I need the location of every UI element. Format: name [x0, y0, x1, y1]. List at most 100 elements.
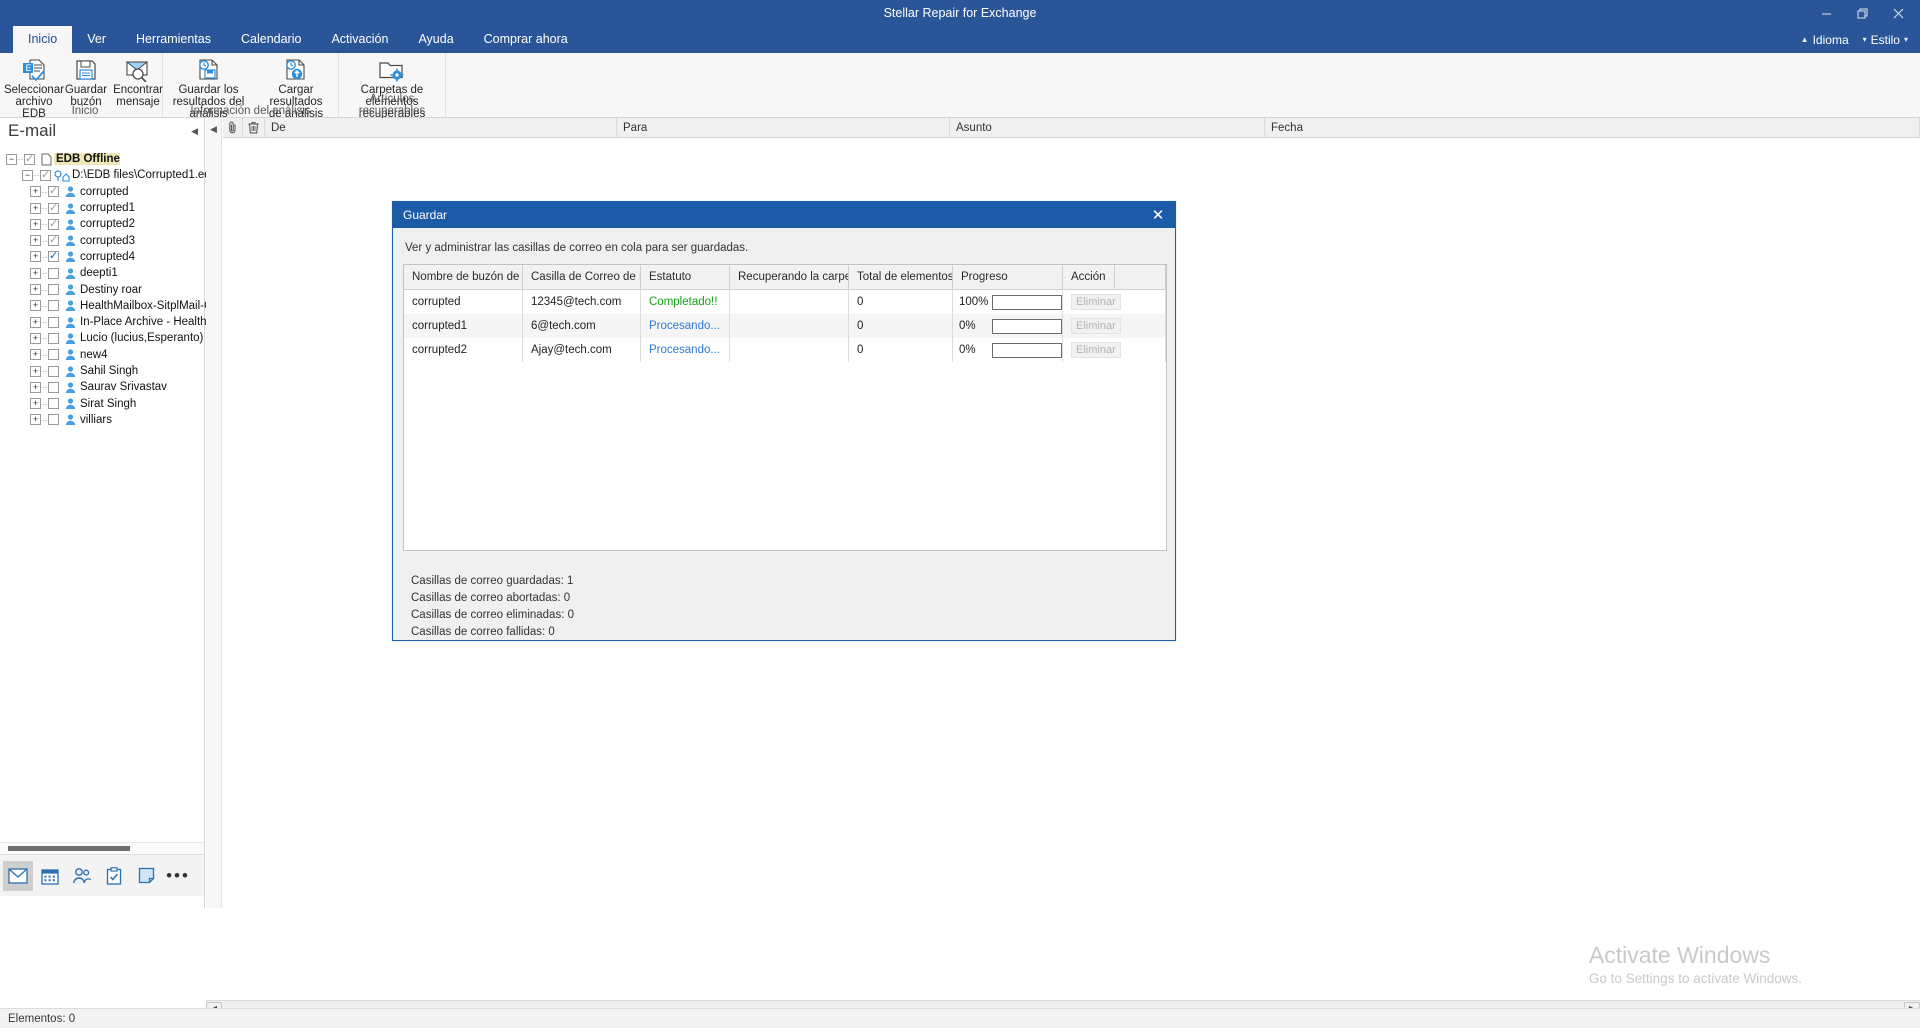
tree-node-villiars[interactable]: + ·· villiars: [6, 412, 204, 428]
tree-node-lucio[interactable]: + ·· Lucio (lucius,Esperanto): [6, 330, 204, 346]
checkbox[interactable]: [48, 267, 59, 279]
expander-icon[interactable]: +: [30, 235, 41, 247]
tab-herramientas[interactable]: Herramientas: [121, 26, 226, 53]
user-icon: [62, 234, 78, 248]
tree-node-sirat-singh[interactable]: + ·· Sirat Singh: [6, 395, 204, 411]
checkbox[interactable]: [48, 217, 59, 230]
tab-comprar-ahora[interactable]: Comprar ahora: [469, 26, 583, 53]
estilo-dropdown[interactable]: ▾ Estilo ▾: [1857, 33, 1914, 47]
people-icon[interactable]: [67, 861, 97, 891]
column-delete[interactable]: [243, 118, 265, 137]
checkbox[interactable]: [48, 332, 59, 344]
expander-icon[interactable]: +: [30, 365, 41, 377]
tree-node-new4[interactable]: + ·· new4: [6, 347, 204, 363]
checkbox[interactable]: [48, 284, 59, 296]
table-row[interactable]: corrupted 12345@tech.com Completado!! 0 …: [404, 290, 1166, 314]
save-dialog: Guardar ✕ Ver y administrar las casillas…: [392, 201, 1176, 641]
tasks-icon[interactable]: [99, 861, 129, 891]
checkbox[interactable]: [48, 201, 59, 214]
tab-ayuda[interactable]: Ayuda: [403, 26, 468, 53]
minimize-button[interactable]: [1808, 0, 1844, 26]
tab-inicio[interactable]: Inicio: [13, 26, 73, 53]
close-button[interactable]: [1880, 0, 1916, 26]
tree-node-edb-offline[interactable]: − ·· EDB Offline: [6, 151, 204, 167]
tree-node-edb-path[interactable]: − ·· D:\EDB files\Corrupted1.edb: [6, 167, 217, 183]
checkbox[interactable]: [48, 365, 59, 377]
expander-icon[interactable]: +: [30, 300, 41, 312]
column-fecha[interactable]: Fecha: [1265, 118, 1920, 137]
tree-node-corrupted2[interactable]: +·· corrupted2: [6, 216, 204, 232]
mail-icon[interactable]: [3, 860, 33, 891]
checkbox[interactable]: [48, 381, 59, 393]
column-para[interactable]: Para: [617, 118, 950, 137]
checkbox[interactable]: [48, 184, 59, 198]
checkbox[interactable]: [48, 300, 59, 312]
find-message-button[interactable]: Encontrar mensaje: [112, 53, 164, 109]
tree-node-sahil-singh[interactable]: + ·· Sahil Singh: [6, 363, 204, 379]
expander-icon[interactable]: +: [30, 332, 41, 344]
collapse-pane-icon[interactable]: ◀: [191, 126, 198, 137]
tree-node-corrupted[interactable]: +·· corrupted: [6, 184, 204, 200]
left-pane-horizontal-scrollbar[interactable]: [0, 842, 204, 854]
checkbox[interactable]: [48, 316, 59, 328]
tree-node-deepti1[interactable]: + ·· deepti1: [6, 265, 204, 281]
expander-icon[interactable]: +: [30, 381, 41, 393]
tree-node-corrupted3[interactable]: +·· corrupted3: [6, 232, 204, 248]
column-de[interactable]: De: [265, 118, 617, 137]
checkbox[interactable]: [48, 249, 59, 263]
checkbox[interactable]: [40, 168, 51, 181]
scrollbar-thumb[interactable]: [8, 846, 130, 851]
checkbox[interactable]: [48, 414, 59, 426]
delete-button[interactable]: Eliminar: [1071, 342, 1121, 358]
expander-icon[interactable]: +: [30, 186, 41, 198]
expander-icon[interactable]: +: [30, 316, 41, 328]
expander-icon[interactable]: +: [30, 251, 41, 263]
checkbox[interactable]: [24, 152, 35, 165]
header-total-items[interactable]: Total de elementos ...: [849, 265, 953, 289]
delete-button[interactable]: Eliminar: [1071, 294, 1121, 310]
tree-node-corrupted1[interactable]: +·· corrupted1: [6, 200, 204, 216]
checkbox[interactable]: [48, 398, 59, 410]
idioma-dropdown[interactable]: ▲ Idioma: [1795, 33, 1855, 47]
maximize-restore-button[interactable]: [1844, 0, 1880, 26]
list-collapse-handle[interactable]: ◀: [206, 118, 222, 908]
column-asunto[interactable]: Asunto: [950, 118, 1265, 137]
column-attachment[interactable]: [223, 118, 243, 137]
tab-activacion[interactable]: Activación: [316, 26, 403, 53]
notes-icon[interactable]: [131, 861, 161, 891]
tab-ver[interactable]: Ver: [72, 26, 121, 53]
close-icon[interactable]: ✕: [1141, 202, 1175, 228]
header-action[interactable]: Acción: [1063, 265, 1115, 289]
mailbox-tree: − ·· EDB Offline − ··: [0, 148, 225, 428]
header-recovering-folder[interactable]: Recuperando la carpeta: [730, 265, 849, 289]
calendar-icon[interactable]: [35, 861, 65, 891]
table-row[interactable]: corrupted2 Ajay@tech.com Procesando... 0…: [404, 338, 1166, 362]
expander-icon[interactable]: −: [6, 153, 17, 165]
table-row[interactable]: corrupted1 6@tech.com Procesando... 0 0%…: [404, 314, 1166, 338]
header-destination-mailbox[interactable]: Casilla de Correo de Des...: [523, 265, 641, 289]
expander-icon[interactable]: +: [30, 398, 41, 410]
delete-button[interactable]: Eliminar: [1071, 318, 1121, 334]
expander-icon[interactable]: +: [30, 414, 41, 426]
tree-node-corrupted4[interactable]: +·· corrupted4: [6, 249, 204, 265]
header-status[interactable]: Estatuto: [641, 265, 730, 289]
more-options-icon[interactable]: •••: [163, 861, 193, 891]
save-mailbox-button[interactable]: Guardar buzón: [60, 53, 112, 109]
checkbox[interactable]: [48, 233, 59, 247]
tree-node-saurav-srivastav[interactable]: + ·· Saurav Srivastav: [6, 379, 204, 395]
expander-icon[interactable]: −: [22, 169, 33, 181]
tab-calendario[interactable]: Calendario: [226, 26, 316, 53]
expander-icon[interactable]: +: [30, 284, 41, 296]
user-icon: [62, 201, 78, 215]
tree-node-destiny-roar[interactable]: + ·· Destiny roar: [6, 281, 204, 297]
user-icon: [62, 315, 78, 329]
checkbox[interactable]: [48, 349, 59, 361]
header-progress[interactable]: Progreso: [953, 265, 1063, 289]
tree-node-in-place-archive[interactable]: + ·· In-Place Archive - HealthMai: [6, 314, 225, 330]
tree-node-healthmailbox[interactable]: + ·· HealthMailbox-SitplMail-Cor: [6, 298, 223, 314]
expander-icon[interactable]: +: [30, 218, 41, 230]
expander-icon[interactable]: +: [30, 349, 41, 361]
header-mailbox-name[interactable]: Nombre de buzón de cor...: [404, 265, 523, 289]
expander-icon[interactable]: +: [30, 267, 41, 279]
expander-icon[interactable]: +: [30, 202, 41, 214]
